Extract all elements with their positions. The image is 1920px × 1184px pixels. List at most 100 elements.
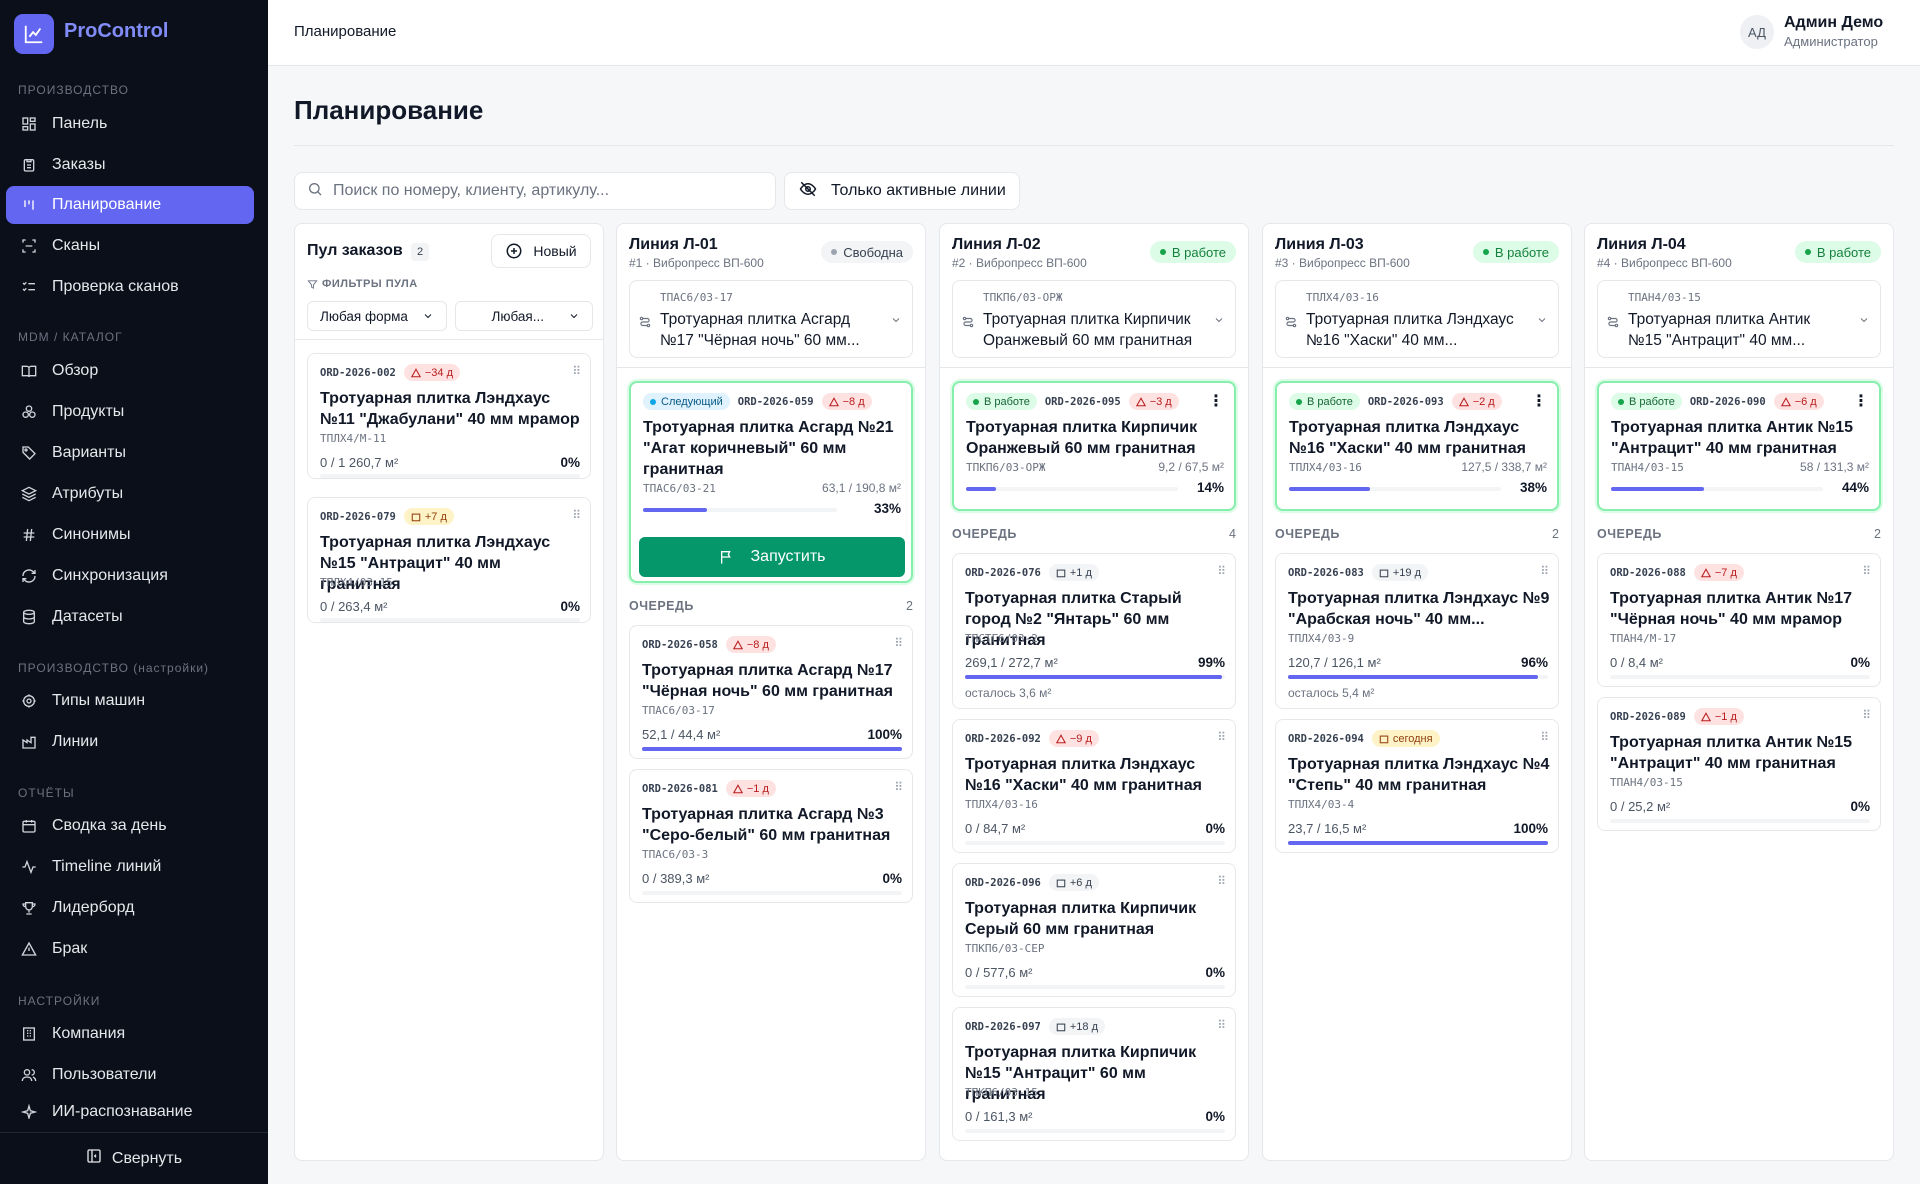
route-icon (1606, 315, 1620, 334)
only-active-lines-toggle[interactable]: Только активные линии (784, 172, 1020, 210)
order-quantity: 52,1 / 44,4 м² (642, 727, 721, 742)
sidebar-item-machine-types[interactable]: Типы машин (6, 682, 254, 720)
new-order-button[interactable]: Новый (491, 234, 591, 268)
active-order-card[interactable]: В работе ORD-2026-090 −6 д ⋮ Тротуарная … (1597, 381, 1881, 511)
top-bar: Планирование АД Админ Демо Администратор (268, 0, 1920, 66)
progress-bar (965, 1129, 1225, 1133)
avatar[interactable]: АД (1740, 15, 1774, 49)
sidebar-item-variants[interactable]: Варианты (6, 434, 254, 472)
product-select[interactable]: ТПЛХ4/03-16 Тротуарная плитка Лэндхаус №… (1275, 280, 1559, 358)
line-status-badge: В работе (1472, 241, 1559, 263)
order-code: ORD-2026-090 (1689, 395, 1766, 408)
search-input[interactable]: Поиск по номеру, клиенту, артикулу... (294, 172, 776, 210)
queue-order-card[interactable]: ORD-2026-058 −8 д ⠿ Тротуарная плитка Асг… (629, 625, 913, 759)
queue-order-card[interactable]: ORD-2026-076 +1 д ⠿ Тротуарная плитка Ста… (952, 553, 1236, 709)
drag-handle-icon[interactable]: ⠿ (894, 636, 903, 650)
sidebar-item-defects[interactable]: Брак (6, 930, 254, 968)
drag-handle-icon[interactable]: ⠿ (572, 508, 581, 522)
active-order-card[interactable]: В работе ORD-2026-093 −2 д ⋮ Тротуарная … (1275, 381, 1559, 511)
user-name[interactable]: Админ Демо (1784, 14, 1883, 32)
queue-order-card[interactable]: ORD-2026-088 −7 д ⠿ Тротуарная плитка Ант… (1597, 553, 1881, 687)
queue-order-card[interactable]: ORD-2026-089 −1 д ⠿ Тротуарная плитка Ант… (1597, 697, 1881, 831)
active-order-card[interactable]: Следующий ORD-2026-059 −8 д Тротуарная п… (629, 381, 913, 583)
product-select[interactable]: ТПАС6/03-17 Тротуарная плитка Асгард №17… (629, 280, 913, 358)
order-card[interactable]: ORD-2026-002 −34 д ⠿ Тротуарная плитка Лэ… (307, 353, 591, 479)
progress-bar (642, 891, 902, 895)
sidebar-item-overview[interactable]: Обзор (6, 352, 254, 390)
sidebar-item-daily-summary[interactable]: Сводка за день (6, 807, 254, 845)
deadline-text: −34 д (424, 366, 453, 379)
queue-order-card[interactable]: ORD-2026-094 сегодня ⠿ Тротуарная плитка … (1275, 719, 1559, 853)
drag-handle-icon[interactable]: ⠿ (1217, 730, 1226, 744)
sidebar-item-users[interactable]: Пользователи (6, 1056, 254, 1094)
line-title[interactable]: Линия Л-04 (1597, 236, 1686, 254)
breadcrumb[interactable]: Планирование (294, 23, 396, 40)
queue-order-card[interactable]: ORD-2026-092 −9 д ⠿ Тротуарная плитка Лэн… (952, 719, 1236, 853)
product-select[interactable]: ТПКП6/03-ОРЖ Тротуарная плитка Кирпичик … (952, 280, 1236, 358)
line-title[interactable]: Линия Л-02 (952, 236, 1041, 254)
queue-order-card[interactable]: ORD-2026-097 +18 д ⠿ Тротуарная плитка Ки… (952, 1007, 1236, 1141)
sidebar-item-company[interactable]: Компания (6, 1015, 254, 1053)
queue-order-card[interactable]: ORD-2026-096 +6 д ⠿ Тротуарная плитка Кир… (952, 863, 1236, 997)
drag-handle-icon[interactable]: ⠿ (1862, 708, 1871, 722)
sidebar-item-attributes[interactable]: Атрибуты (6, 475, 254, 513)
divider (940, 367, 1248, 368)
order-sku: ТПКП6/03-15 (965, 1086, 1038, 1099)
deadline-badge: −8 д (725, 636, 776, 653)
collapse-sidebar-button[interactable]: Свернуть (0, 1132, 268, 1184)
sidebar-item-scans[interactable]: Сканы (6, 227, 254, 265)
line-title[interactable]: Линия Л-01 (629, 236, 718, 254)
sidebar-item-scan-review[interactable]: Проверка сканов (6, 268, 254, 306)
sidebar-item-leaderboard[interactable]: Лидерборд (6, 889, 254, 927)
sidebar-item-label: Типы машин (52, 692, 146, 709)
sidebar-item-lines[interactable]: Линии (6, 723, 254, 761)
drag-handle-icon[interactable]: ⠿ (894, 780, 903, 794)
sidebar-item-orders[interactable]: Заказы (6, 146, 254, 184)
app-logo-icon[interactable] (14, 14, 54, 54)
sidebar-item-datasets[interactable]: Датасеты (6, 598, 254, 636)
queue-order-card[interactable]: ORD-2026-083 +19 д ⠿ Тротуарная плитка Лэ… (1275, 553, 1559, 709)
sidebar-item-label: Сканы (52, 237, 101, 254)
more-options-icon[interactable]: ⋮ (1853, 391, 1869, 411)
page-title: Планирование (294, 95, 484, 125)
brand-name[interactable]: ProControl (64, 20, 168, 43)
sidebar-item-dashboard[interactable]: Панель (6, 105, 254, 143)
drag-handle-icon[interactable]: ⠿ (1217, 874, 1226, 888)
order-code: ORD-2026-059 (737, 395, 814, 408)
sidebar-item-sync[interactable]: Синхронизация (6, 557, 254, 595)
order-card[interactable]: ORD-2026-079 +7 д ⠿ Тротуарная плитка Лэн… (307, 497, 591, 623)
product-select[interactable]: ТПАН4/03-15 Тротуарная плитка Антик №15 … (1597, 280, 1881, 358)
drag-handle-icon[interactable]: ⠿ (1217, 564, 1226, 578)
other-filter-select[interactable]: Любая... (455, 301, 593, 331)
shape-filter-select[interactable]: Любая форма (307, 301, 447, 331)
order-title: Тротуарная плитка Лэндхаус №16 "Хаски" 4… (1289, 419, 1526, 457)
active-order-card[interactable]: В работе ORD-2026-095 −3 д ⋮ Тротуарная … (952, 381, 1236, 511)
sidebar-item-products[interactable]: Продукты (6, 393, 254, 431)
drag-handle-icon[interactable]: ⠿ (1540, 564, 1549, 578)
product-name: Тротуарная плитка Асгард №17 "Чёрная ноч… (660, 311, 860, 349)
start-label: Запустить (750, 548, 826, 565)
drag-handle-icon[interactable]: ⠿ (572, 364, 581, 378)
factory-icon (20, 733, 38, 751)
drag-handle-icon[interactable]: ⠿ (1540, 730, 1549, 744)
sidebar-item-timeline[interactable]: Timeline линий (6, 848, 254, 886)
order-percent: 100% (867, 727, 902, 742)
drag-handle-icon[interactable]: ⠿ (1217, 1018, 1226, 1032)
deadline-badge: +1 д (1048, 564, 1099, 581)
more-options-icon[interactable]: ⋮ (1531, 391, 1547, 411)
sidebar-item-synonyms[interactable]: Синонимы (6, 516, 254, 554)
more-options-icon[interactable]: ⋮ (1208, 391, 1224, 411)
search-icon (307, 181, 323, 202)
sidebar-item-ai[interactable]: ИИ-распознавание (6, 1097, 254, 1119)
drag-handle-icon[interactable]: ⠿ (1862, 564, 1871, 578)
order-code: ORD-2026-058 (642, 638, 718, 651)
queue-order-card[interactable]: ORD-2026-081 −1 д ⠿ Тротуарная плитка Асг… (629, 769, 913, 903)
progress-bar (1611, 487, 1823, 491)
pool-count-badge: 2 (411, 243, 429, 261)
other-filter-value: Любая... (491, 308, 544, 324)
calendar-icon (1379, 735, 1389, 743)
sidebar-item-planning[interactable]: Планирование (6, 186, 254, 224)
start-button[interactable]: Запустить (639, 537, 905, 577)
line-title[interactable]: Линия Л-03 (1275, 236, 1364, 254)
flag-icon (720, 551, 731, 564)
